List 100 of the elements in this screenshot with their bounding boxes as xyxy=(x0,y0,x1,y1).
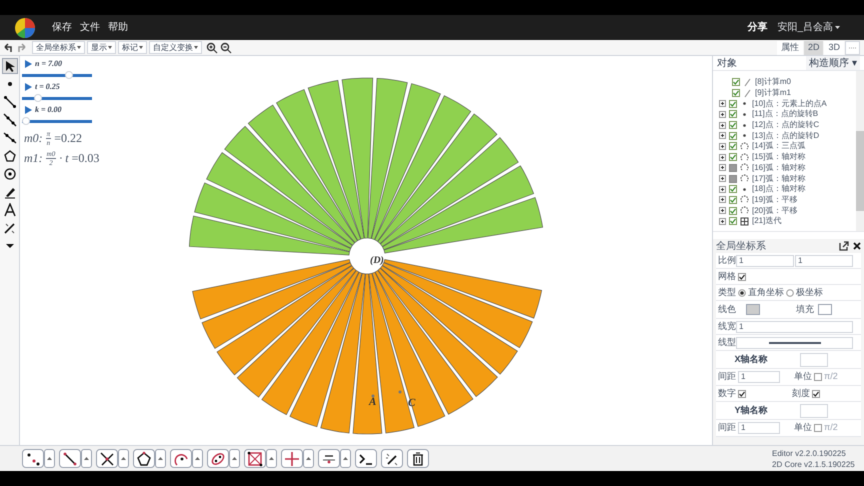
dropdown-button[interactable] xyxy=(303,449,314,468)
radio-button[interactable] xyxy=(786,288,794,296)
checkbox[interactable] xyxy=(729,153,737,162)
expand-icon[interactable] xyxy=(719,142,726,150)
tree-item[interactable]: [15]弧：轴对称 xyxy=(752,151,806,164)
dropdown-button[interactable] xyxy=(266,449,277,468)
expand-icon[interactable] xyxy=(719,196,726,204)
crosshair-tool-button[interactable] xyxy=(281,449,303,468)
tree-item[interactable]: [16]弧：轴对称 xyxy=(752,162,806,174)
zoom-in-icon[interactable] xyxy=(206,42,218,54)
trash-tool-button[interactable] xyxy=(407,449,429,468)
tree-item[interactable]: [13]点：点的旋转D xyxy=(752,130,820,142)
input-field[interactable]: 1 xyxy=(738,422,780,434)
circle-icon[interactable] xyxy=(2,167,16,181)
ray-icon[interactable] xyxy=(2,113,16,127)
line-style-picker[interactable] xyxy=(736,336,853,348)
expand-icon[interactable] xyxy=(719,110,726,118)
color-swatch[interactable] xyxy=(818,304,832,315)
intersect-tool-button[interactable] xyxy=(96,449,118,468)
radio-label[interactable]: 极坐标 xyxy=(796,286,823,300)
slider[interactable] xyxy=(22,74,92,77)
popout-icon[interactable] xyxy=(839,241,849,251)
segment-tool-button[interactable] xyxy=(59,449,81,468)
dropdown-button[interactable] xyxy=(81,449,92,468)
dropdown-button[interactable] xyxy=(118,449,129,468)
tree-item[interactable]: [12]点：点的旋转C xyxy=(752,119,820,132)
radio-button[interactable] xyxy=(738,288,746,296)
checkbox[interactable] xyxy=(729,185,737,194)
expand-icon[interactable] xyxy=(719,100,726,108)
segment-icon[interactable] xyxy=(2,95,16,109)
wand-icon[interactable] xyxy=(2,221,16,235)
menu-item[interactable]: 保存 xyxy=(52,20,72,35)
expand-icon[interactable] xyxy=(719,186,726,193)
expand-icon[interactable] xyxy=(719,175,726,182)
checkbox[interactable] xyxy=(729,196,737,204)
expand-icon[interactable] xyxy=(719,154,726,161)
tree-item[interactable]: [14]弧：三点弧 xyxy=(752,140,806,152)
pen-icon[interactable] xyxy=(2,185,16,199)
input-field[interactable]: 1 xyxy=(795,254,853,266)
checkbox[interactable] xyxy=(814,373,822,381)
tree-item[interactable]: [9]计算m1 xyxy=(755,87,792,100)
menu-item[interactable]: 文件 xyxy=(80,20,100,35)
input-field[interactable]: 1 xyxy=(738,371,780,383)
checkbox[interactable] xyxy=(729,121,737,130)
console-tool-button[interactable] xyxy=(355,449,377,468)
points-tool-button[interactable] xyxy=(22,449,44,468)
play-icon[interactable] xyxy=(24,83,32,91)
input-field[interactable]: 1 xyxy=(736,320,853,332)
expand-icon[interactable] xyxy=(719,164,726,172)
play-icon[interactable] xyxy=(24,60,32,68)
color-swatch[interactable] xyxy=(746,304,760,315)
tree-item[interactable]: [19]弧：平移 xyxy=(752,194,798,206)
polygon-icon[interactable] xyxy=(2,149,16,163)
checkbox[interactable] xyxy=(729,174,737,183)
checkbox[interactable] xyxy=(729,100,737,108)
checkbox[interactable] xyxy=(729,132,737,140)
checkbox[interactable] xyxy=(738,272,746,280)
view-tab[interactable]: 2D xyxy=(804,40,824,54)
expand-icon[interactable] xyxy=(719,207,726,214)
menu-item[interactable]: 帮助 xyxy=(108,20,128,35)
polygon-tool-button[interactable] xyxy=(133,449,155,468)
dropdown-button[interactable]: 显示 xyxy=(87,41,116,54)
checkbox[interactable] xyxy=(729,164,737,172)
line-icon[interactable] xyxy=(2,131,16,145)
slider[interactable] xyxy=(22,120,92,123)
dropdown-button[interactable] xyxy=(192,449,203,468)
fraction-tool-button[interactable] xyxy=(318,449,340,468)
view-tab[interactable]: 属性 xyxy=(776,40,803,54)
caret-icon[interactable] xyxy=(835,26,840,29)
ellipse-tool-button[interactable] xyxy=(207,449,229,468)
tree-item[interactable]: [10]点：元素上的点A xyxy=(752,98,827,110)
checkbox[interactable] xyxy=(729,217,737,226)
dropdown-button[interactable]: 自定义变换 xyxy=(149,41,202,54)
slider[interactable] xyxy=(22,97,92,100)
dropdown-button[interactable]: 全局坐标系 xyxy=(32,41,85,54)
checkbox[interactable] xyxy=(729,110,737,118)
tree-item[interactable]: [18]点：轴对称 xyxy=(752,183,806,196)
text-icon[interactable] xyxy=(2,203,16,217)
sort-dropdown[interactable]: 构造顺序 ▾ xyxy=(806,56,860,70)
tree-item[interactable]: [11]点：点的旋转B xyxy=(752,108,818,120)
checkbox[interactable] xyxy=(732,89,740,98)
tree-item[interactable]: [17]弧：轴对称 xyxy=(752,172,806,185)
view-tab[interactable]: 3D xyxy=(824,40,844,54)
arc-tool-button[interactable] xyxy=(170,449,192,468)
expand-icon[interactable] xyxy=(719,218,726,225)
square-tool-button[interactable] xyxy=(244,449,266,468)
wand-tool-button[interactable] xyxy=(381,449,403,468)
checkbox[interactable] xyxy=(729,142,737,150)
dropdown-button[interactable] xyxy=(44,449,55,468)
undo-icon[interactable] xyxy=(2,42,14,54)
expand-icon[interactable] xyxy=(719,122,726,129)
checkbox[interactable] xyxy=(812,390,820,398)
dropdown-button[interactable]: 标记 xyxy=(118,41,147,54)
checkbox[interactable] xyxy=(729,206,737,215)
share-menu[interactable]: 分享 xyxy=(747,20,768,35)
tree-item[interactable]: [20]弧：平移 xyxy=(752,204,798,217)
checkbox[interactable] xyxy=(732,78,740,86)
scrollbar[interactable] xyxy=(856,71,864,231)
checkbox[interactable] xyxy=(738,390,746,398)
tree-item[interactable]: [8]计算m0 xyxy=(755,76,792,88)
